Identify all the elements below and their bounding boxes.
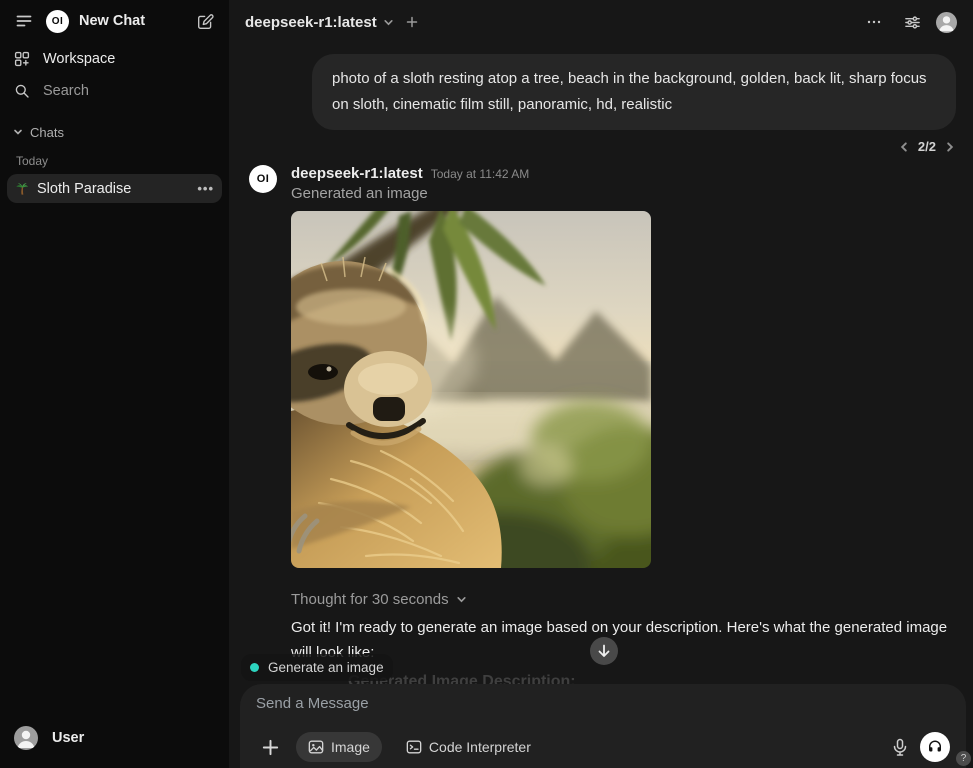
user-avatar [14,726,38,750]
voice-call-button[interactable] [920,732,950,762]
sidebar-item-workspace[interactable]: Workspace [6,43,223,74]
chat-title: Sloth Paradise [37,181,189,197]
new-chat-label: New Chat [79,13,145,29]
chat-messages[interactable]: photo of a sloth resting atop a tree, be… [229,44,973,684]
arrow-down-icon [597,644,611,658]
model-selector[interactable]: deepseek-r1:latest [245,14,418,31]
status-text: Generate an image [268,660,384,675]
user-message-bubble: photo of a sloth resting atop a tree, be… [312,54,956,130]
chevron-left-icon[interactable] [898,141,910,153]
sidebar-toggle-icon[interactable] [10,7,38,35]
chevron-down-icon [13,127,23,137]
date-group-label: Today [0,142,229,174]
thought-toggle[interactable]: Thought for 30 seconds [291,591,956,608]
image-tool-button[interactable]: Image [296,732,382,762]
main-area: deepseek-r1:latest photo of [229,0,973,768]
thought-label: Thought for 30 seconds [291,591,449,608]
model-name: deepseek-r1:latest [245,14,377,31]
chats-section-toggle[interactable]: Chats [0,122,229,142]
microphone-icon[interactable] [892,738,908,756]
message-composer: Image Code Interpreter [240,684,966,768]
assistant-avatar: OI [249,165,277,193]
sidebar-item-search[interactable]: Search [6,75,223,106]
code-interpreter-label: Code Interpreter [429,739,531,755]
pagination-count: 2/2 [918,139,936,154]
new-chat-button[interactable]: OI New Chat [46,10,191,33]
assistant-name: deepseek-r1:latest [291,165,423,182]
image-tool-label: Image [331,739,370,755]
attach-plus-icon[interactable] [256,733,284,761]
generation-status-toast: Generate an image [241,654,393,681]
palm-tree-icon [15,181,29,196]
profile-avatar[interactable] [936,12,957,33]
chevron-down-icon [456,594,467,605]
status-dot [250,663,259,672]
image-icon [308,739,324,755]
sidebar-chat-sloth-paradise[interactable]: Sloth Paradise ••• [7,174,222,203]
user-name-label: User [52,730,84,746]
headphones-icon [927,739,943,755]
workspace-label: Workspace [43,51,115,67]
chats-header-label: Chats [30,125,64,140]
sidebar: OI New Chat Workspace Search [0,0,229,768]
main-header: deepseek-r1:latest [229,0,973,44]
message-input[interactable] [256,695,950,719]
search-icon [13,82,31,100]
controls-sliders-icon[interactable] [898,8,926,36]
add-model-icon[interactable] [406,16,418,28]
app-logo: OI [46,10,69,33]
ellipsis-menu-icon[interactable] [860,8,888,36]
search-label: Search [43,83,89,99]
scroll-to-bottom-button[interactable] [590,637,618,665]
message-timestamp: Today at 11:42 AM [431,167,530,181]
chevron-down-icon [383,17,394,28]
assistant-message: OI deepseek-r1:latest Today at 11:42 AM … [249,165,956,691]
code-interpreter-button[interactable]: Code Interpreter [394,732,543,762]
chevron-right-icon[interactable] [944,141,956,153]
edit-pencil-icon[interactable] [191,7,219,35]
chat-options-icon[interactable]: ••• [197,181,214,196]
help-button[interactable]: ? [956,751,971,766]
generated-note: Generated an image [291,185,956,202]
sidebar-user-menu[interactable]: User [0,720,229,756]
generated-sloth-image[interactable] [291,211,651,568]
message-pagination: 2/2 [249,139,956,154]
terminal-icon [406,739,422,755]
squares-plus-icon [13,50,31,68]
